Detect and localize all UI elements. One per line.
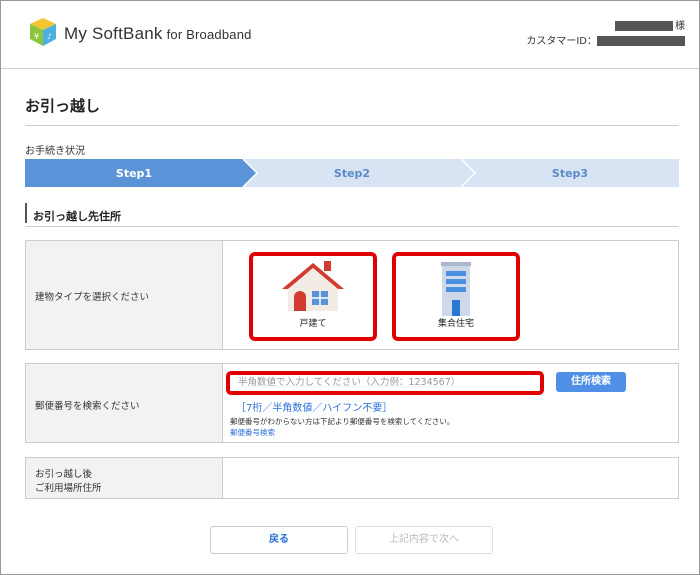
building-type-label: 建物タイプを選択ください xyxy=(35,292,150,303)
step2-label: Step2 xyxy=(334,167,370,180)
apartment-icon xyxy=(441,262,471,316)
new-address-label-cell: お引っ越し後 ご利用場所住所 xyxy=(26,458,223,498)
section-title-bar xyxy=(25,203,27,223)
step1-label: Step1 xyxy=(116,167,152,180)
title-divider xyxy=(25,125,679,126)
postal-code-placeholder: 半角数値で入力してください（入力例：1234567） xyxy=(238,377,461,388)
house-option[interactable]: 戸建て xyxy=(249,252,377,341)
masked-customer-name xyxy=(615,21,673,31)
brand-name: My SoftBank xyxy=(64,24,163,43)
new-address-row: お引っ越し後 ご利用場所住所 xyxy=(25,457,679,499)
new-address-label-line1: お引っ越し後 xyxy=(35,469,93,480)
brand-suffix: for Broadband xyxy=(166,27,252,42)
masked-customer-id xyxy=(597,36,685,46)
section-title-text: お引っ越し先住所 xyxy=(33,210,121,223)
softbank-logo-icon: ¥ ♪ xyxy=(30,18,56,46)
customer-name: 様 xyxy=(615,17,685,32)
back-button[interactable]: 戻る xyxy=(210,526,348,554)
new-address-label-line2: ご利用場所住所 xyxy=(35,483,102,494)
house-icon xyxy=(282,261,344,311)
address-search-button[interactable]: 住所検索 xyxy=(556,372,626,392)
customer-id: カスタマーID： xyxy=(526,32,685,47)
svg-text:♪: ♪ xyxy=(47,33,51,41)
building-type-label-cell: 建物タイプを選択ください xyxy=(26,241,223,349)
postal-code-label: 郵便番号を検索ください xyxy=(35,401,140,412)
building-type-row: 建物タイプを選択ください 戸建て 集合住宅 xyxy=(25,240,679,350)
section-title: お引っ越し先住所 xyxy=(25,201,679,227)
customer-id-label: カスタマーID： xyxy=(526,36,597,47)
postal-code-hint: ［7桁／半角数値／ハイフン不要］ xyxy=(236,403,393,414)
postal-code-input[interactable]: 半角数値で入力してください（入力例：1234567） xyxy=(226,371,544,395)
apartment-option[interactable]: 集合住宅 xyxy=(392,252,520,341)
postal-code-row: 郵便番号を検索ください 半角数値で入力してください（入力例：1234567） 住… xyxy=(25,363,679,443)
house-option-label: 戸建て xyxy=(299,319,327,329)
postal-code-label-cell: 郵便番号を検索ください xyxy=(26,364,223,442)
postal-code-lookup-link[interactable]: 郵便番号検索 xyxy=(230,427,275,438)
postal-code-note: 郵便番号がわからない方は下記より郵便番号を検索してください。 xyxy=(230,417,455,426)
next-button[interactable]: 上記内容で次へ xyxy=(355,526,493,554)
page-header: ¥ ♪ My SoftBank for Broadband 様 カスタマーID： xyxy=(1,1,699,69)
svg-text:¥: ¥ xyxy=(34,32,39,41)
apartment-option-label: 集合住宅 xyxy=(437,319,474,329)
progress-label: お手続き状況 xyxy=(25,146,85,157)
page-title: お引っ越し xyxy=(25,97,101,115)
brand-title: My SoftBank for Broadband xyxy=(64,24,252,44)
step-progress: Step1 Step2 Step3 xyxy=(25,159,679,187)
step3-label: Step3 xyxy=(552,167,588,180)
honorific: 様 xyxy=(675,21,685,32)
